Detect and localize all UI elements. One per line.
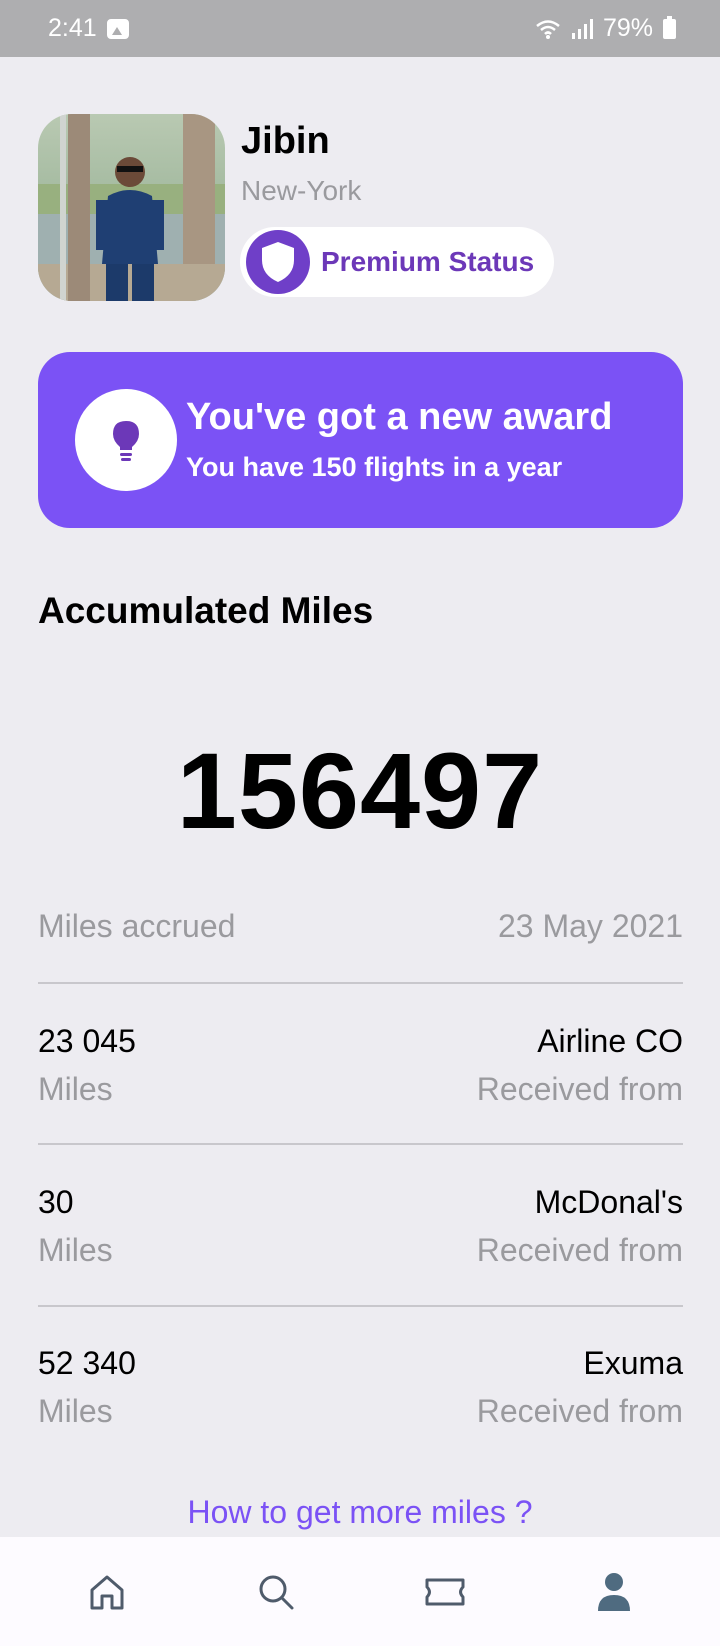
premium-status-badge[interactable]: Premium Status xyxy=(240,227,554,297)
miles-source: Exuma xyxy=(583,1345,683,1381)
divider xyxy=(38,982,683,984)
profile-name: Jibin xyxy=(241,120,330,162)
shield-icon xyxy=(246,230,310,294)
nav-profile[interactable] xyxy=(569,1552,659,1632)
award-subtitle: You have 150 flights in a year xyxy=(186,452,563,482)
gallery-icon xyxy=(106,18,129,39)
premium-status-label: Premium Status xyxy=(321,246,535,277)
home-icon xyxy=(90,1575,123,1609)
miles-unit: Miles xyxy=(38,1393,113,1429)
miles-amount: 30 xyxy=(38,1184,74,1220)
miles-source-label: Received from xyxy=(476,1393,683,1429)
section-title: Accumulated Miles xyxy=(38,590,374,631)
profile-city: New-York xyxy=(241,175,362,206)
miles-unit: Miles xyxy=(38,1071,113,1107)
miles-unit: Miles xyxy=(38,1232,113,1268)
search-icon xyxy=(259,1575,293,1609)
miles-source: Airline CO xyxy=(537,1023,683,1059)
miles-source-label: Received from xyxy=(476,1071,683,1107)
divider xyxy=(38,1305,683,1307)
divider xyxy=(38,1143,683,1145)
status-time: 2:41 xyxy=(48,14,97,42)
miles-accrued-label: Miles accrued xyxy=(38,908,236,944)
nav-search[interactable] xyxy=(231,1552,321,1632)
wifi-icon xyxy=(536,19,560,39)
miles-amount: 52 340 xyxy=(38,1345,136,1381)
nav-tickets[interactable] xyxy=(400,1552,490,1632)
miles-accrued-row: Miles accrued 23 May 2021 xyxy=(38,908,683,945)
more-miles-link[interactable]: How to get more miles ? xyxy=(0,1494,720,1531)
battery-icon xyxy=(663,15,676,39)
total-miles: 156497 xyxy=(176,730,544,851)
battery-percent: 79% xyxy=(602,14,653,42)
award-banner[interactable]: You've got a new award You have 150 flig… xyxy=(38,352,683,528)
bottom-nav xyxy=(0,1537,720,1646)
lightbulb-icon xyxy=(75,389,177,491)
avatar[interactable] xyxy=(38,114,225,301)
nav-home[interactable] xyxy=(62,1552,152,1632)
list-item[interactable]: 30 Miles McDonal's Received from xyxy=(38,1184,683,1294)
ticket-icon xyxy=(425,1578,464,1605)
miles-source-label: Received from xyxy=(476,1232,683,1268)
miles-accrued-date: 23 May 2021 xyxy=(497,908,683,944)
miles-amount: 23 045 xyxy=(38,1023,136,1059)
profile-icon xyxy=(597,1572,630,1611)
list-item[interactable]: 23 045 Miles Airline CO Received from xyxy=(38,1023,683,1133)
signal-icon xyxy=(571,18,593,39)
miles-source: McDonal's xyxy=(534,1184,683,1220)
award-title: You've got a new award xyxy=(186,396,613,438)
status-bar: 2:41 79% xyxy=(0,0,720,57)
list-item[interactable]: 52 340 Miles Exuma Received from xyxy=(38,1345,683,1455)
